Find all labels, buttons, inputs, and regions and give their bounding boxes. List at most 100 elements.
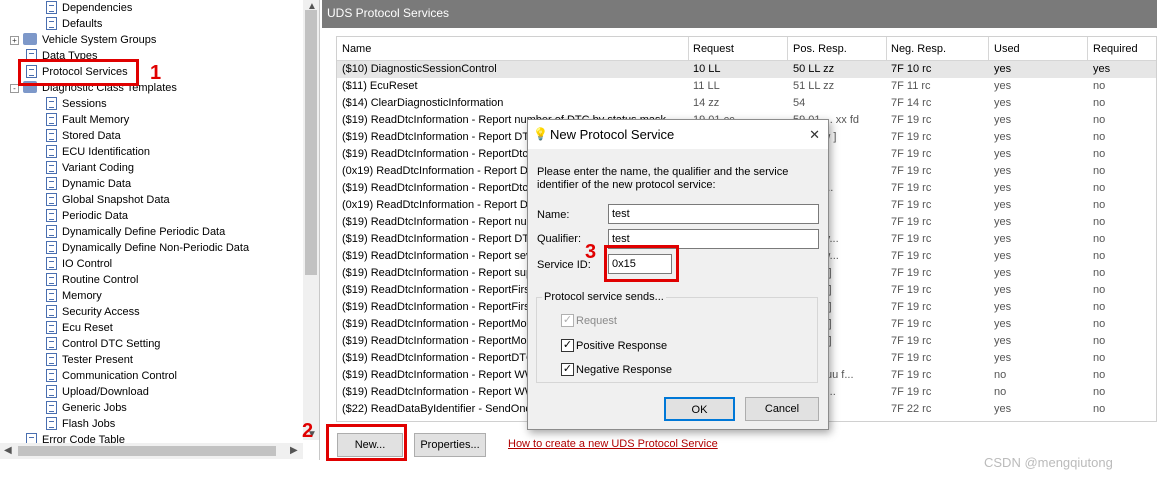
- tree-item-io-control[interactable]: IO Control: [46, 256, 112, 272]
- cell-used: yes: [994, 63, 1012, 75]
- cell-used: no: [994, 386, 1007, 398]
- document-icon: [46, 417, 57, 430]
- column-header-pos-resp[interactable]: Pos. Resp.: [790, 37, 884, 61]
- tree-item-label: Dynamically Define Periodic Data: [62, 226, 226, 238]
- close-icon[interactable]: ✕: [809, 120, 820, 149]
- tree-item-label: Security Access: [62, 306, 140, 318]
- annotation-box-2: [326, 424, 407, 461]
- tree-item-dynamic-data[interactable]: Dynamic Data: [46, 176, 131, 192]
- cell-required: no: [1093, 403, 1106, 415]
- tree-item-label: Global Snapshot Data: [62, 194, 170, 206]
- cell-used: yes: [994, 335, 1012, 347]
- cell-pos-resp: 51 LL zz: [793, 80, 835, 92]
- scroll-left-arrow-icon[interactable]: ◀: [4, 445, 12, 456]
- column-header-required[interactable]: Required: [1090, 37, 1156, 61]
- tree-item-tester-present[interactable]: Tester Present: [46, 352, 133, 368]
- cell-used: yes: [994, 114, 1012, 126]
- tree-item-defaults[interactable]: Defaults: [46, 16, 102, 32]
- tree-item-periodic-data[interactable]: Periodic Data: [46, 208, 128, 224]
- cell-neg-resp: 7F 19 rc: [891, 182, 932, 194]
- annotation-box-1: [18, 59, 139, 86]
- column-header-name[interactable]: Name: [339, 37, 687, 61]
- table-row[interactable]: ($10) DiagnosticSessionControl 10 LL 50 LL…: [337, 61, 1156, 78]
- tree-item-upload-download[interactable]: Upload/Download: [46, 384, 149, 400]
- tree-item-label: Upload/Download: [62, 386, 149, 398]
- tree-item-dynamically-define-non-periodic-data[interactable]: Dynamically Define Non-Periodic Data: [46, 240, 249, 256]
- document-icon: [46, 273, 57, 286]
- tree-item-routine-control[interactable]: Routine Control: [46, 272, 138, 288]
- tree-item-label: Sessions: [62, 98, 107, 110]
- tree-item-label: Ecu Reset: [62, 322, 113, 334]
- cell-neg-resp: 7F 19 rc: [891, 148, 932, 160]
- cell-required: no: [1093, 97, 1106, 109]
- tree-item-generic-jobs[interactable]: Generic Jobs: [46, 400, 127, 416]
- folder-icon: [23, 33, 37, 45]
- tree-item-label: Memory: [62, 290, 102, 302]
- ok-button[interactable]: OK: [664, 397, 735, 421]
- tree-item-ecu-identification[interactable]: ECU Identification: [46, 144, 150, 160]
- tree-item-label: Dependencies: [62, 2, 133, 14]
- document-icon: [46, 225, 57, 238]
- how-to-create-link[interactable]: How to create a new UDS Protocol Service: [508, 438, 718, 450]
- dialog-instruction: Please enter the name, the qualifier and…: [537, 166, 789, 191]
- tree-item-dynamically-define-periodic-data[interactable]: Dynamically Define Periodic Data: [46, 224, 225, 240]
- tree-item-communication-control[interactable]: Communication Control: [46, 368, 177, 384]
- tree-item-label: ECU Identification: [62, 146, 151, 158]
- name-input[interactable]: test: [608, 204, 819, 224]
- tree-item-label: Stored Data: [62, 130, 121, 142]
- tree-item-vehicle-system-groups[interactable]: + Vehicle System Groups: [10, 32, 156, 48]
- document-icon: [46, 385, 57, 398]
- cell-required: no: [1093, 114, 1106, 126]
- tree-item-ecu-reset[interactable]: Ecu Reset: [46, 320, 113, 336]
- scroll-right-arrow-icon[interactable]: ▶: [290, 445, 298, 456]
- annotation-number-2: 2: [302, 420, 314, 442]
- tree-item-sessions[interactable]: Sessions: [46, 96, 107, 112]
- cell-neg-resp: 7F 19 rc: [891, 386, 932, 398]
- cell-used: no: [994, 369, 1007, 381]
- document-icon: [46, 161, 57, 174]
- cell-used: yes: [994, 233, 1012, 245]
- column-header-request[interactable]: Request: [690, 37, 787, 61]
- cell-required: no: [1093, 216, 1106, 228]
- tree-scroll-thumb[interactable]: [305, 10, 317, 275]
- tree-hscroll-thumb[interactable]: [18, 446, 276, 456]
- tree-item-label: Generic Jobs: [62, 402, 127, 414]
- dialog-title-bar[interactable]: 💡 New Protocol Service ✕: [528, 120, 828, 149]
- scroll-up-arrow-icon[interactable]: ▲: [307, 1, 317, 12]
- table-row[interactable]: ($14) ClearDiagnosticInformation 14 zz 54 7…: [337, 95, 1156, 112]
- cell-used: yes: [994, 148, 1012, 160]
- cell-required: no: [1093, 335, 1106, 347]
- tree-item-memory[interactable]: Memory: [46, 288, 102, 304]
- tree-item-label: Dynamic Data: [62, 178, 132, 190]
- cell-required: no: [1093, 250, 1106, 262]
- tree-item-flash-jobs[interactable]: Flash Jobs: [46, 416, 115, 432]
- tree-item-dependencies[interactable]: Dependencies: [46, 0, 132, 16]
- cancel-button[interactable]: Cancel: [745, 397, 819, 421]
- properties-button[interactable]: Properties...: [414, 433, 486, 457]
- document-icon: [46, 97, 57, 110]
- tree-item-global-snapshot-data[interactable]: Global Snapshot Data: [46, 192, 170, 208]
- cell-neg-resp: 7F 19 rc: [891, 301, 932, 313]
- cell-request: 10 LL: [693, 63, 721, 75]
- tree-item-fault-memory[interactable]: Fault Memory: [46, 112, 129, 128]
- group-label: Protocol service sends...: [542, 291, 666, 303]
- expand-icon[interactable]: +: [10, 36, 19, 45]
- positive-response-checkbox[interactable]: ✓: [561, 339, 574, 352]
- column-header-used[interactable]: Used: [991, 37, 1085, 61]
- cell-neg-resp: 7F 14 rc: [891, 97, 932, 109]
- table-header-row: Name Request Pos. Resp. Neg. Resp. Used …: [337, 37, 1156, 61]
- cell-required: no: [1093, 148, 1106, 160]
- negative-response-checkbox[interactable]: ✓: [561, 363, 574, 376]
- tree-item-security-access[interactable]: Security Access: [46, 304, 140, 320]
- tree-item-stored-data[interactable]: Stored Data: [46, 128, 121, 144]
- cell-request: 11 LL: [693, 80, 720, 92]
- cell-used: yes: [994, 403, 1012, 415]
- tree-item-label: Communication Control: [62, 370, 177, 382]
- tree-item-variant-coding[interactable]: Variant Coding: [46, 160, 134, 176]
- cell-used: yes: [994, 182, 1012, 194]
- table-row[interactable]: ($11) EcuReset 11 LL 51 LL zz 7F 11 rc yes no: [337, 78, 1156, 95]
- cell-required: no: [1093, 352, 1106, 364]
- tree-item-control-dtc-setting[interactable]: Control DTC Setting: [46, 336, 160, 352]
- column-header-neg-resp[interactable]: Neg. Resp.: [888, 37, 988, 61]
- positive-response-label: Positive Response: [576, 340, 668, 352]
